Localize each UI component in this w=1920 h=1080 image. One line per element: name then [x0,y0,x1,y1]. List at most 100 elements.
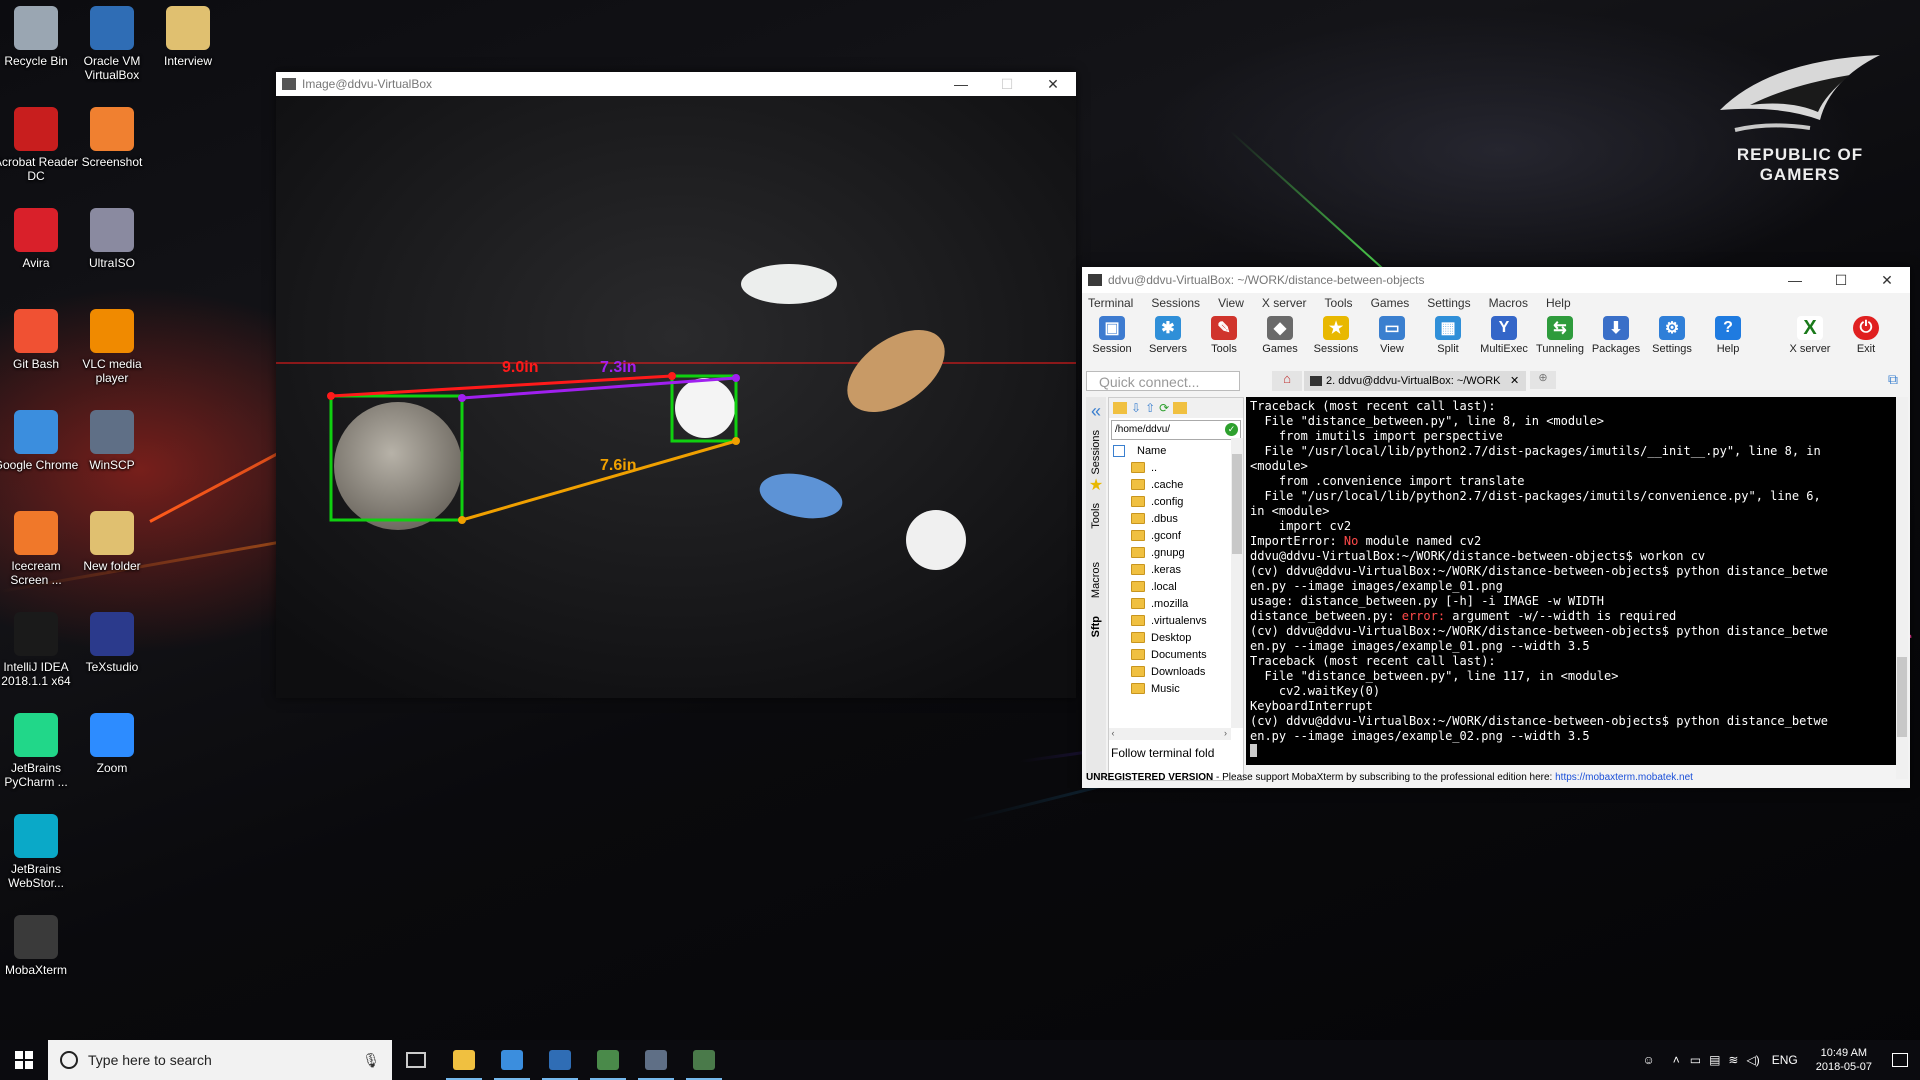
taskbar-app[interactable] [488,1040,536,1080]
menu-item[interactable]: Tools [1325,296,1353,310]
horizontal-scrollbar[interactable]: ‹ › [1109,728,1231,740]
toolbar-button-settings[interactable]: ⚙ Settings [1644,313,1700,355]
taskbar-app[interactable] [632,1040,680,1080]
tab-session-2[interactable]: 2. ddvu@ddvu-VirtualBox: ~/WORK ✕ [1304,371,1526,391]
desktop-icon[interactable]: VLC media player [69,309,155,385]
file-tree-item[interactable]: .virtualenvs [1109,612,1243,629]
image-window[interactable]: Image@ddvu-VirtualBox — ☐ ✕ 9.0in 7.3in … [276,72,1076,698]
file-tree-item[interactable]: .mozilla [1109,595,1243,612]
volume-icon[interactable]: ◁) [1746,1053,1759,1067]
toolbar-button-games[interactable]: ◆ Games [1252,313,1308,355]
power-plug-icon[interactable]: ▭ [1690,1053,1701,1067]
menu-item[interactable]: View [1218,296,1244,310]
desktop-icon[interactable]: WinSCP [69,410,155,472]
side-tab-sessions[interactable]: Sessions [1090,430,1102,475]
side-tab-sftp[interactable]: Sftp [1090,616,1102,637]
task-view-button[interactable] [392,1040,440,1080]
mobaxterm-titlebar[interactable]: ddvu@ddvu-VirtualBox: ~/WORK/distance-be… [1082,267,1910,293]
toolbar-button-sessions[interactable]: ★ Sessions [1308,313,1364,355]
start-button[interactable] [0,1040,48,1080]
menu-item[interactable]: Macros [1489,296,1528,310]
checkbox-icon[interactable] [1113,444,1125,457]
attach-icon[interactable]: ⧉ [1888,371,1898,388]
path-input[interactable]: /home/ddvu/ ✓ [1111,420,1241,440]
terminal-scrollbar[interactable] [1896,397,1908,779]
minimize-button[interactable]: — [938,76,984,93]
menu-item[interactable]: X server [1262,296,1307,310]
close-button[interactable]: ✕ [1864,272,1910,289]
file-tree-item[interactable]: Documents [1109,646,1243,663]
mobaxterm-window[interactable]: ddvu@ddvu-VirtualBox: ~/WORK/distance-be… [1082,267,1910,788]
desktop-icon[interactable]: UltraISO [69,208,155,270]
folder-up-icon[interactable] [1113,402,1127,414]
new-folder-icon[interactable] [1173,402,1188,414]
taskbar-app[interactable] [440,1040,488,1080]
file-tree-item[interactable]: .local [1109,578,1243,595]
mobatek-link[interactable]: https://mobaxterm.mobatek.net [1555,772,1693,783]
desktop-icon[interactable]: Screenshot [69,107,155,169]
microphone-icon[interactable]: 🎙 [362,1052,380,1069]
toolbar-button-multiexec[interactable]: Y MultiExec [1476,313,1532,355]
file-tree-item[interactable]: Downloads [1109,663,1243,680]
file-tree-item[interactable]: .gconf [1109,527,1243,544]
toolbar-button-view[interactable]: ▭ View [1364,313,1420,355]
toolbar-button-session[interactable]: ▣ Session [1084,313,1140,355]
file-tree-item[interactable]: Music [1109,680,1243,697]
wifi-icon[interactable]: ≋ [1728,1053,1738,1067]
toolbar-button-servers[interactable]: ✱ Servers [1140,313,1196,355]
download-icon[interactable]: ⇩ [1131,401,1141,415]
tree-scrollbar[interactable] [1231,438,1243,728]
file-tree-item[interactable]: .dbus [1109,510,1243,527]
toolbar-button-help[interactable]: ? Help [1700,313,1756,355]
desktop-icon[interactable]: Zoom [69,713,155,775]
desktop-icon[interactable]: Acrobat Reader DC [0,107,79,183]
desktop-icon[interactable]: Git Bash [0,309,79,371]
taskbar-app[interactable] [680,1040,728,1080]
xserver-button[interactable]: X X server [1782,313,1838,355]
terminal-output[interactable]: Traceback (most recent call last): File … [1246,397,1898,765]
file-tree-item[interactable]: .. [1109,459,1243,476]
exit-button[interactable]: ⏻ Exit [1838,313,1894,355]
file-tree-item[interactable]: .config [1109,493,1243,510]
clock[interactable]: 10:49 AM 2018-05-07 [1816,1046,1872,1074]
path-ok-icon[interactable]: ✓ [1225,423,1238,436]
tree-header[interactable]: Name [1109,442,1243,459]
maximize-button[interactable]: ☐ [1818,272,1864,289]
menu-item[interactable]: Games [1371,296,1410,310]
menu-item[interactable]: Terminal [1088,296,1133,310]
new-tab-button[interactable]: ⊕ [1530,371,1556,389]
taskbar-app[interactable] [536,1040,584,1080]
desktop-icon[interactable]: New folder [69,511,155,573]
desktop-icon[interactable]: Oracle VM VirtualBox [69,6,155,82]
toolbar-button-tools[interactable]: ✎ Tools [1196,313,1252,355]
menu-item[interactable]: Settings [1427,296,1470,310]
minimize-button[interactable]: — [1772,272,1818,289]
image-window-titlebar[interactable]: Image@ddvu-VirtualBox — ☐ ✕ [276,72,1076,96]
upload-icon[interactable]: ⇧ [1145,401,1155,415]
close-tab-icon[interactable]: ✕ [1510,371,1519,391]
file-tree-item[interactable]: Desktop [1109,629,1243,646]
desktop-icon[interactable]: Interview [145,6,231,68]
menu-item[interactable]: Sessions [1151,296,1200,310]
side-tab-macros[interactable]: Macros [1090,562,1102,598]
tray-chevron-icon[interactable]: ˄ [1673,1053,1680,1067]
taskbar-search[interactable]: Type here to search 🎙 [48,1040,392,1080]
notifications-icon[interactable] [1892,1053,1908,1067]
desktop-icon[interactable]: JetBrains WebStor... [0,814,79,890]
toolbar-button-split[interactable]: ▦ Split [1420,313,1476,355]
taskbar-app[interactable] [584,1040,632,1080]
quick-connect-input[interactable]: Quick connect... [1086,371,1240,391]
desktop-icon[interactable]: Google Chrome [0,410,79,472]
desktop-icon[interactable]: IntelliJ IDEA 2018.1.1 x64 [0,612,79,688]
menu-item[interactable]: Help [1546,296,1571,310]
desktop-icon[interactable]: TeXstudio [69,612,155,674]
people-icon[interactable]: ☺ [1642,1053,1654,1067]
file-tree-item[interactable]: .gnupg [1109,544,1243,561]
maximize-button[interactable]: ☐ [984,76,1030,93]
desktop-icon[interactable]: Avira [0,208,79,270]
file-tree-item[interactable]: .keras [1109,561,1243,578]
refresh-icon[interactable]: ⟳ [1159,401,1169,415]
desktop-icon[interactable]: JetBrains PyCharm ... [0,713,79,789]
tab-home[interactable]: ⌂ [1272,371,1302,391]
close-button[interactable]: ✕ [1030,76,1076,93]
